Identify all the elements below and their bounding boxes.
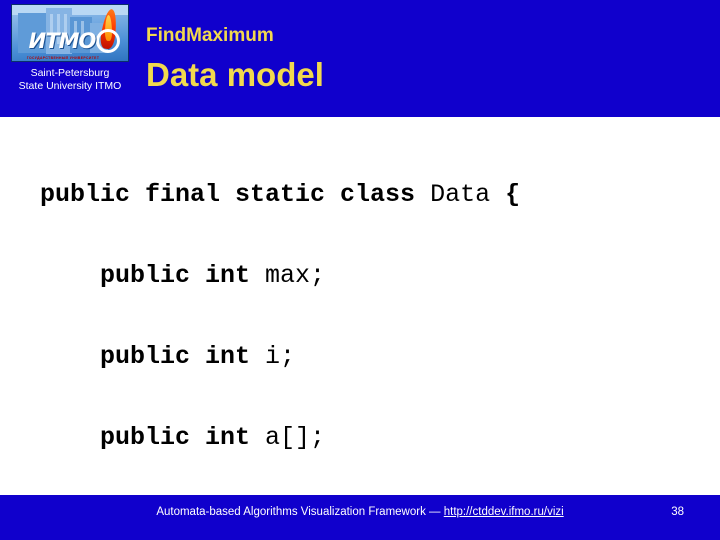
- logo-caption-line-2: State University ITMO: [18, 80, 122, 92]
- code-brace: {: [505, 179, 521, 209]
- code-keyword: public int: [40, 422, 266, 452]
- code-line: public int a[];: [40, 418, 520, 459]
- code-block: public final static class Data { public …: [40, 134, 520, 540]
- slide-title: Data model: [146, 56, 324, 93]
- code-keyword: public int: [40, 341, 266, 371]
- slide-eyebrow-title: FindMaximum: [146, 25, 274, 46]
- slide-body: public final static class Data { public …: [0, 117, 720, 533]
- code-identifier: max;: [265, 260, 326, 290]
- page-number: 38: [671, 506, 684, 518]
- logo-wordmark: ИТМО: [28, 29, 97, 53]
- code-line: public int i;: [40, 337, 520, 378]
- code-identifier: a[];: [265, 422, 326, 452]
- logo-caption-line-1: Saint-Petersburg: [30, 67, 110, 79]
- slide: ИТМО ГОСУДАРСТВЕННЫЙ УНИВЕРСИТЕТ Saint-P…: [0, 0, 720, 540]
- code-identifier: i;: [265, 341, 296, 371]
- slide-header: ИТМО ГОСУДАРСТВЕННЫЙ УНИВЕРСИТЕТ Saint-P…: [0, 0, 720, 117]
- code-identifier: Data: [430, 179, 506, 209]
- code-line: public int max;: [40, 256, 520, 297]
- logo-wordmark-subtext: ГОСУДАРСТВЕННЫЙ УНИВЕРСИТЕТ: [26, 56, 100, 60]
- footer-credit-text: Automata-based Algorithms Visualization …: [156, 506, 444, 518]
- code-line: public final static class Data {: [40, 175, 520, 216]
- code-keyword: public int: [40, 260, 266, 290]
- slide-footer: Automata-based Algorithms Visualization …: [0, 495, 720, 540]
- footer-url-link[interactable]: http://ctddev.ifmo.ru/vizi: [444, 506, 564, 518]
- footer-credit: Automata-based Algorithms Visualization …: [0, 506, 720, 518]
- itmo-logo-image: ИТМО ГОСУДАРСТВЕННЫЙ УНИВЕРСИТЕТ: [11, 4, 129, 62]
- logo-caption: Saint-Petersburg State University ITMO: [0, 67, 140, 93]
- code-keyword: public final static class: [40, 179, 431, 209]
- itmo-logo-block: ИТМО ГОСУДАРСТВЕННЫЙ УНИВЕРСИТЕТ Saint-P…: [0, 4, 140, 93]
